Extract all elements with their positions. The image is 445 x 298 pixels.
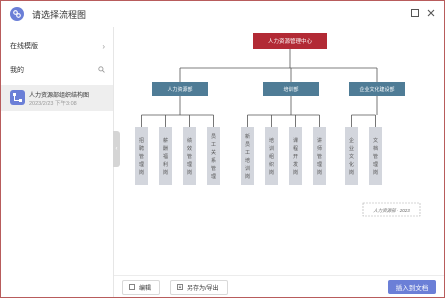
org-chart: 人力资源管理中心人力资源部招聘管理岗薪酬福利岗绩效管理岗员工关系管理培训部新员工… — [135, 33, 421, 217]
org-leaf-label: 讲师管理岗 — [317, 137, 322, 176]
online-templates-label: 在线模版 — [10, 43, 38, 50]
app-logo-icon — [10, 7, 24, 21]
mine-row: 我的 — [1, 61, 113, 79]
template-list-item[interactable]: 人力资源部组织结构图 2023/2/23 下午3:08 — [1, 85, 113, 111]
template-time: 2023/2/23 下午3:08 — [29, 101, 77, 107]
preview-canvas: 人力资源管理中心 人力资源部 招聘管理岗 薪酬福利岗 绩效管理岗 员工关系管理 培训部 新员工… — [114, 27, 444, 273]
chart-note-label: 人力资源部 · 2023 — [373, 208, 410, 213]
org-leaf-label: 文档管理岗 — [373, 137, 378, 176]
template-name: 人力资源部组织结构图 — [29, 93, 90, 99]
close-icon[interactable] — [424, 6, 438, 20]
save-export-label: 另存为/导出 — [187, 286, 219, 292]
flowchart-picker-dialog: 请选择流程图 在线模版 › 我的 人力资源部组织结构图 2023/2/23 下午… — [0, 0, 445, 298]
export-icon — [177, 283, 183, 292]
org-leaf-label: 绩效管理岗 — [187, 137, 192, 176]
template-sidebar: 在线模版 › 我的 人力资源部组织结构图 2023/2/23 下午3:08 — [1, 27, 114, 297]
insert-to-document-button[interactable]: 插入到文档 — [388, 280, 436, 294]
org-leaf-label: 招聘管理岗 — [139, 137, 144, 176]
chevron-right-icon: › — [102, 41, 105, 51]
online-templates-row[interactable]: 在线模版 › — [1, 37, 113, 55]
mine-label: 我的 — [10, 67, 24, 74]
edit-label: 编辑 — [139, 286, 152, 292]
maximize-icon[interactable] — [408, 6, 422, 20]
edit-icon — [129, 283, 135, 292]
org-root-label: 人力资源管理中心 — [268, 37, 313, 45]
flowchart-icon — [10, 90, 25, 105]
org-dept-label: 企业文化建设部 — [359, 86, 394, 93]
search-icon[interactable] — [98, 65, 105, 75]
org-leaf-label: 企业文化岗 — [349, 137, 354, 176]
title-bar: 请选择流程图 — [1, 1, 444, 27]
org-leaf-label: 课程开发岗 — [293, 137, 298, 176]
dialog-title: 请选择流程图 — [32, 10, 87, 20]
org-leaf-label: 培训组织岗 — [269, 137, 274, 176]
org-dept-label: 培训部 — [283, 86, 298, 93]
org-dept-label: 人力资源部 — [167, 86, 192, 93]
edit-button[interactable]: 编辑 — [122, 280, 161, 295]
save-export-button[interactable]: 另存为/导出 — [170, 280, 228, 295]
dialog-footer: 编辑 另存为/导出 插入到文档 — [114, 275, 444, 297]
app-logo-icon-glyph — [13, 10, 21, 18]
org-leaf-label: 薪酬福利岗 — [163, 137, 168, 176]
